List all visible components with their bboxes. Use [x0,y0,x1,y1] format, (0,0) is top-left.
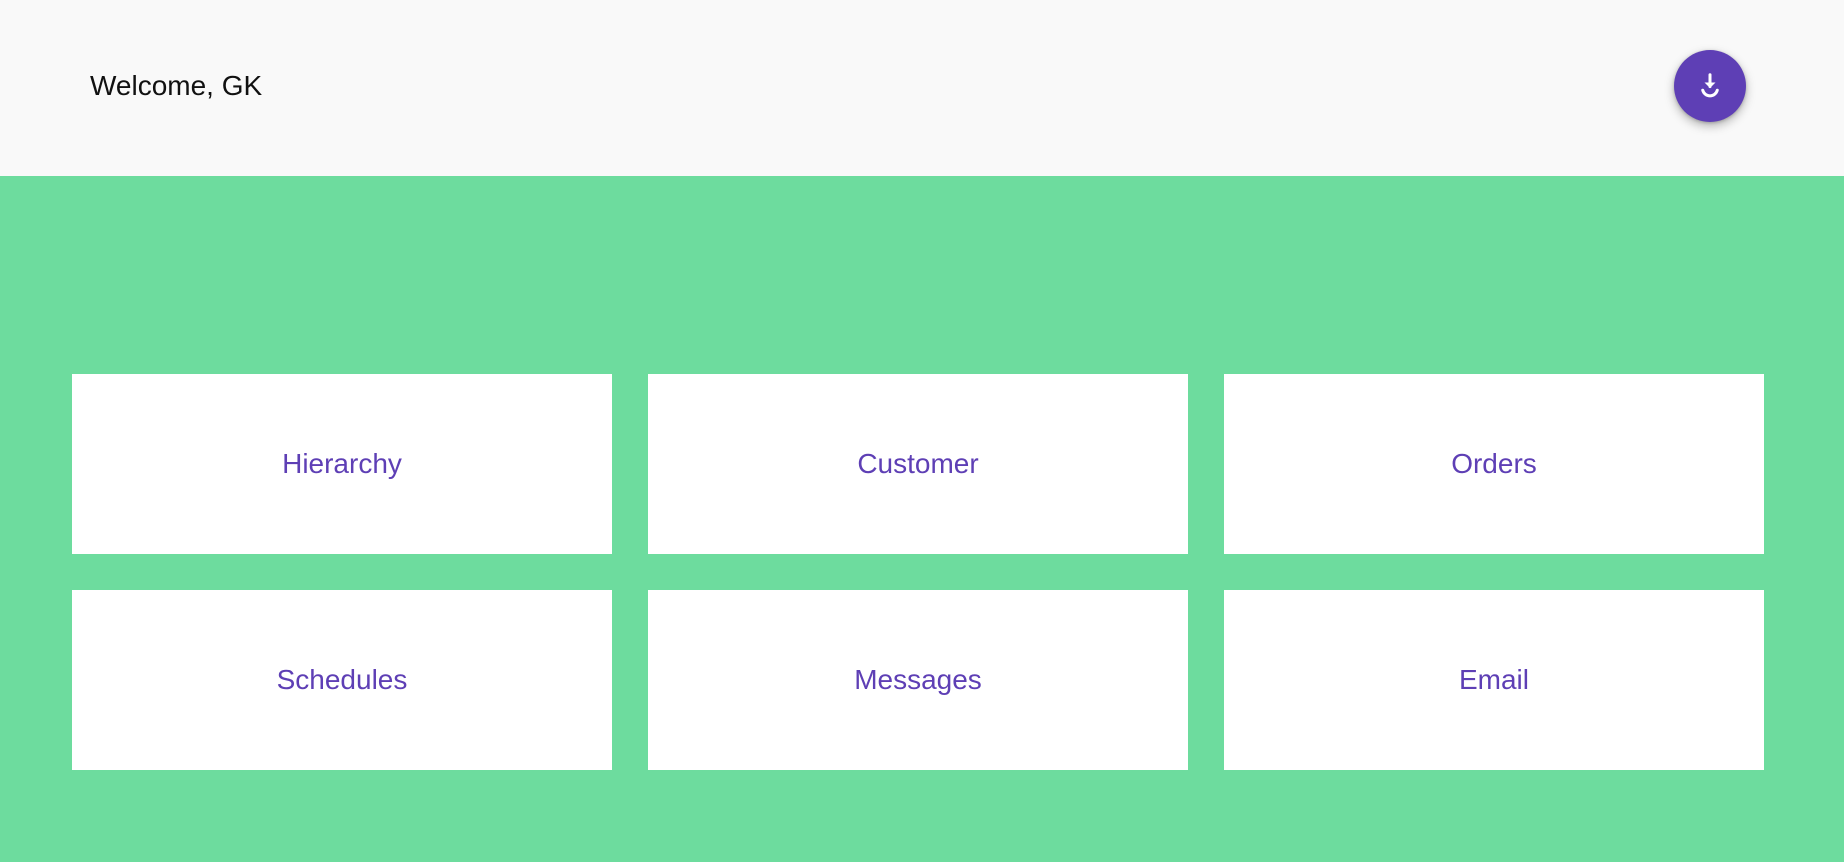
tile-label-customer: Customer [857,448,979,479]
tile-orders[interactable]: Orders [1224,374,1764,554]
tile-label-messages: Messages [854,664,982,695]
tile-customer[interactable]: Customer [648,374,1188,554]
tile-label-hierarchy: Hierarchy [282,448,402,479]
tile-messages[interactable]: Messages [648,590,1188,770]
tile-label-schedules: Schedules [276,664,408,695]
tile-email[interactable]: Email [1224,590,1764,770]
tile-label-email: Email [1458,664,1529,695]
dashboard-page: Welcome, GK Hierarchy Customer Orders Sc… [0,0,1844,862]
tile-hierarchy[interactable]: Hierarchy [72,374,612,554]
tile-label-orders: Orders [1451,448,1537,479]
welcome-message: Welcome, GK [90,70,263,101]
download-button[interactable] [1674,50,1746,122]
download-icon [1695,71,1725,101]
top-header: Welcome, GK [0,0,1844,176]
tile-schedules[interactable]: Schedules [72,590,612,770]
